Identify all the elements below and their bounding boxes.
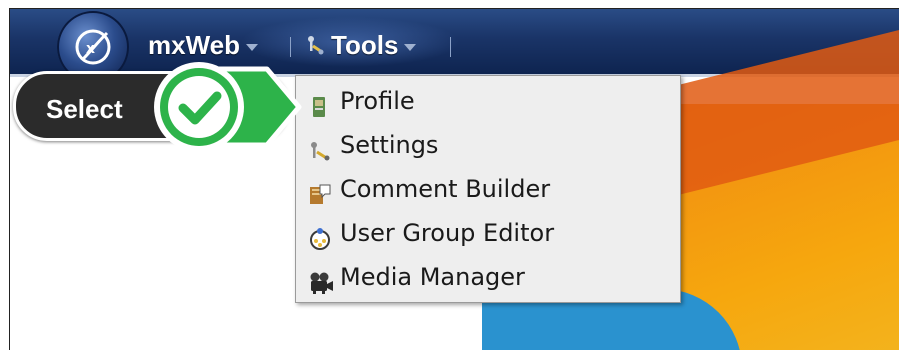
menu-item-settings[interactable]: Settings [296,123,680,167]
svg-text:x: x [86,41,95,57]
menu-item-label: Media Manager [340,263,525,291]
comment-builder-icon [308,177,332,204]
nav-divider [290,37,291,57]
menu-item-user-group-editor[interactable]: User Group Editor [296,211,680,255]
profile-icon [308,89,332,117]
app-window: x mxWeb Tools Profile Settings Comment B… [9,8,899,350]
menu-item-profile[interactable]: Profile [296,79,680,123]
menu-item-label: Comment Builder [340,175,551,203]
nav-divider [450,37,451,57]
chevron-down-icon [246,43,258,51]
user-group-icon [308,221,332,250]
tools-dropdown-menu: Profile Settings Comment Builder User Gr… [295,75,681,303]
menu-item-comment-builder[interactable]: Comment Builder [296,167,680,211]
menu-item-media-manager[interactable]: Media Manager [296,255,680,299]
menu-item-label: User Group Editor [340,219,555,247]
menu-item-label: Profile [340,87,415,115]
menu-item-label: Settings [340,131,439,159]
checkmark-arrow-icon [149,57,309,162]
select-callout-label: Select [46,94,123,124]
mxweb-label: mxWeb [148,30,240,60]
settings-icon [308,133,332,161]
tools-menu[interactable]: Tools [305,29,417,61]
tools-label: Tools [331,30,399,60]
chevron-down-icon [404,43,417,51]
media-manager-icon [308,265,333,294]
